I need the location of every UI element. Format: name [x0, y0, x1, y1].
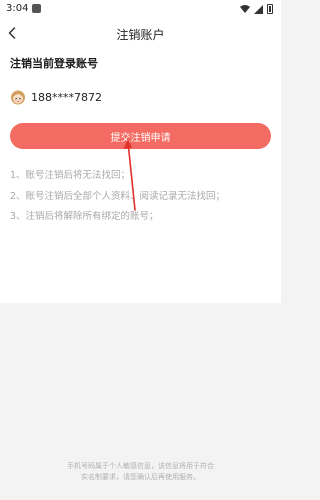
account-row: 188****7872 [10, 88, 102, 106]
footer-line: 手机号码属于个人敏感信息，该信息将用于符合 [67, 462, 214, 470]
app-notification-icon [32, 4, 41, 13]
nav-bar: 注销账户 [0, 18, 281, 48]
footer-line: 实名制要求，请您确认后再使用服务。 [81, 473, 200, 481]
page-title: 注销账户 [116, 28, 165, 42]
section-title: 注销当前登录账号 [10, 57, 98, 70]
avatar-icon [11, 90, 25, 105]
red-arrow-annotation [123, 139, 136, 211]
signal-icon [254, 4, 263, 14]
status-icons [240, 4, 273, 14]
wifi-icon [240, 5, 250, 13]
footer-disclaimer: 手机号码属于个人敏感信息，该信息将用于符合 实名制要求，请您确认后再使用服务。 [40, 461, 241, 483]
status-bar: 3:04 [0, 0, 281, 18]
status-time: 3:04 [6, 3, 29, 14]
battery-icon [267, 4, 273, 14]
account-phone: 188****7872 [31, 90, 102, 104]
